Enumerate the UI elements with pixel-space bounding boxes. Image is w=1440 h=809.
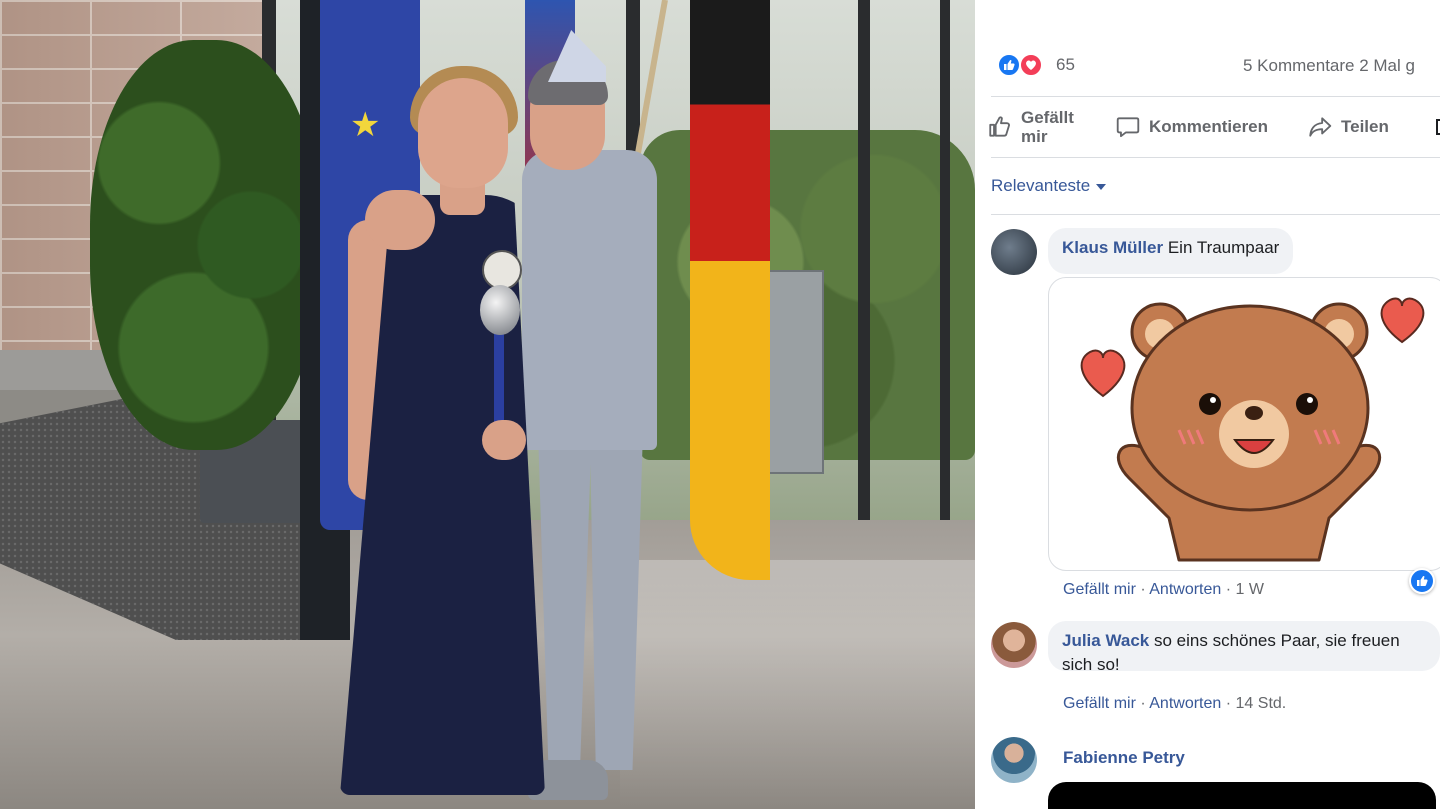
comment-reply-link[interactable]: Antworten (1149, 695, 1221, 712)
comments-shares-count[interactable]: 5 Kommentare 2 Mal g (1243, 56, 1415, 76)
avatar[interactable] (991, 229, 1037, 275)
comment-author[interactable]: Julia Wack (1062, 631, 1149, 650)
facebook-post-panel: 65 5 Kommentare 2 Mal g Gefällt mir Komm… (975, 0, 1440, 809)
post-photo[interactable]: ★ (0, 0, 975, 809)
like-button-label: Gefällt mir (1021, 108, 1074, 146)
german-flag (690, 0, 770, 580)
comment-button[interactable]: Kommentieren (1115, 102, 1268, 152)
love-reaction-icon (1019, 53, 1043, 77)
comment-author[interactable]: Fabienne Petry (1063, 748, 1185, 768)
comment-time[interactable]: 14 Std. (1236, 695, 1287, 712)
badge (482, 250, 522, 290)
bear-hearts-sticker-icon (1080, 297, 1425, 562)
comment-sort-dropdown[interactable]: Relevanteste (991, 176, 1107, 196)
share-icon (1309, 117, 1332, 137)
comment-button-label: Kommentieren (1149, 117, 1269, 136)
chevron-down-icon (1096, 184, 1107, 190)
comment-bubble: Julia Wack so eins schönes Paar, sie fre… (1048, 621, 1440, 674)
thumbs-up-icon (989, 116, 1010, 137)
potted-plant (90, 40, 320, 450)
bear-sticker (1048, 277, 1440, 571)
eu-star: ★ (350, 106, 381, 144)
comment-reply-link[interactable]: Antworten (1149, 581, 1221, 598)
post-actions: Gefällt mir Kommentieren Teilen (985, 102, 1440, 152)
comment-meta: Gefällt mir · Antworten · 14 Std. (1063, 695, 1287, 712)
comment-like-link[interactable]: Gefällt mir (1063, 581, 1136, 598)
message-icon (1436, 119, 1440, 135)
share-button-label: Teilen (1341, 117, 1389, 136)
share-button[interactable]: Teilen (1307, 102, 1389, 152)
comment-media[interactable] (1048, 782, 1436, 809)
scepter (480, 285, 520, 335)
reactions-summary[interactable]: 65 5 Kommentare 2 Mal g (995, 52, 1440, 78)
comment-author[interactable]: Klaus Müller (1062, 238, 1163, 257)
avatar[interactable] (991, 622, 1037, 668)
person-grey-suit (522, 150, 657, 450)
divider (991, 214, 1440, 215)
comment-time[interactable]: 1 W (1236, 581, 1264, 598)
comment-text: Ein Traumpaar (1167, 238, 1280, 257)
divider (991, 157, 1440, 158)
reaction-count: 65 (1056, 55, 1075, 74)
avatar[interactable] (991, 737, 1037, 783)
comment-icon (1116, 117, 1140, 138)
like-reaction-icon (997, 53, 1021, 77)
thumbs-up-icon (1417, 575, 1428, 586)
messenger-button[interactable] (1433, 102, 1440, 152)
comment-like-badge[interactable] (1409, 568, 1435, 594)
divider (991, 96, 1440, 97)
comment-bubble: Klaus Müller Ein Traumpaar (1048, 228, 1294, 274)
comment-meta: Gefällt mir · Antworten · 1 W (1063, 581, 1264, 598)
trash-bin (768, 270, 824, 474)
sort-label: Relevanteste (991, 176, 1091, 195)
like-button[interactable]: Gefällt mir (987, 102, 1085, 152)
comment-like-link[interactable]: Gefällt mir (1063, 695, 1136, 712)
